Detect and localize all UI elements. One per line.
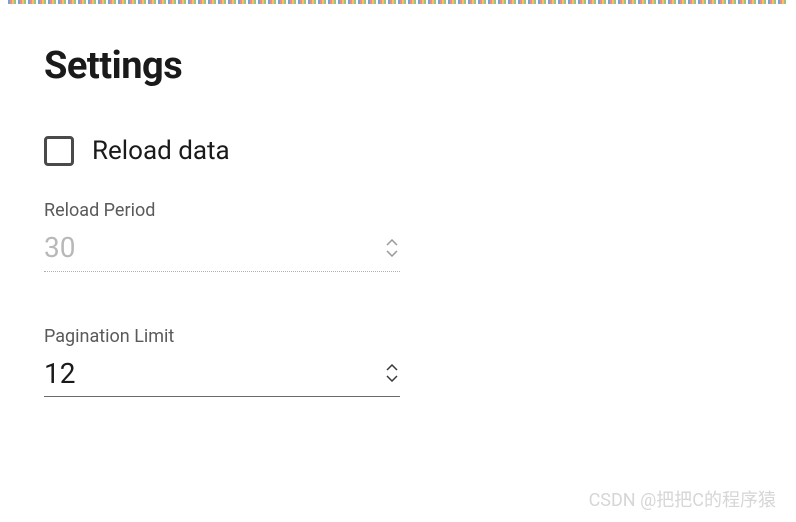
pagination-limit-value: 12 [44, 357, 75, 391]
pagination-limit-spinner[interactable] [384, 362, 400, 384]
decorative-top-border [8, 0, 788, 4]
reload-period-value: 30 [44, 231, 75, 265]
reload-data-label[interactable]: Reload data [92, 136, 230, 166]
chevron-up-icon [386, 239, 398, 247]
page-title: Settings [44, 44, 756, 88]
reload-data-checkbox[interactable] [44, 136, 74, 166]
pagination-limit-label: Pagination Limit [44, 326, 400, 347]
settings-panel: Settings Reload data Reload Period 30 Pa… [0, 4, 796, 522]
watermark: CSDN @把把C的程序猿 [589, 486, 776, 512]
reload-period-spinner[interactable] [384, 237, 400, 259]
chevron-down-icon [386, 374, 398, 382]
reload-period-label: Reload Period [44, 200, 400, 221]
reload-period-input[interactable]: 30 [44, 231, 400, 272]
reload-data-row: Reload data [44, 136, 756, 166]
reload-period-field: Reload Period 30 [44, 200, 400, 272]
chevron-down-icon [386, 249, 398, 257]
pagination-limit-field: Pagination Limit 12 [44, 326, 400, 398]
pagination-limit-input[interactable]: 12 [44, 357, 400, 398]
chevron-up-icon [386, 364, 398, 372]
